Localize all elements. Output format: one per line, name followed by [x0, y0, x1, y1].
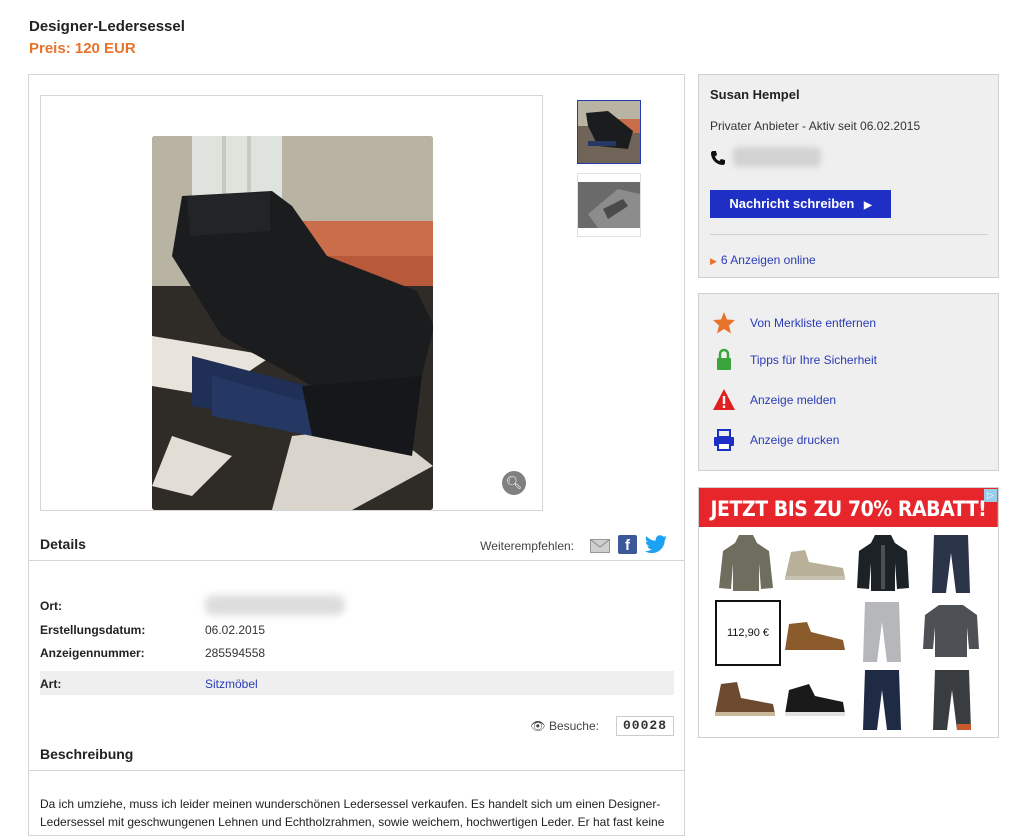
adchoices-icon[interactable]: ▷ [984, 489, 997, 502]
phone-icon [710, 150, 726, 171]
image-gallery: 🔍︎ [40, 95, 543, 511]
detail-key: Anzeigennummer: [40, 646, 145, 660]
seller-panel: Susan Hempel Privater Anbieter - Aktiv s… [698, 74, 999, 278]
seller-ads-link[interactable]: ▶ 6 Anzeigen online [710, 253, 816, 267]
seller-since: Privater Anbieter - Aktiv seit 06.02.201… [710, 119, 921, 133]
detail-row-art: Art: Sitzmöbel [40, 671, 674, 695]
thumbnail-1[interactable] [577, 100, 641, 164]
action-label: Von Merkliste entfernen [750, 316, 877, 330]
detail-key: Erstellungsdatum: [40, 623, 146, 637]
eye-icon: 👁︎ [530, 719, 546, 733]
seller-name: Susan Hempel [710, 87, 800, 102]
phone-number-redacted[interactable] [733, 147, 821, 167]
product-moccasin[interactable] [783, 618, 847, 654]
zoom-icon[interactable]: 🔍︎ [502, 471, 526, 495]
product-chukka-boot[interactable] [713, 680, 777, 720]
send-message-label: Nachricht schreiben [729, 196, 855, 211]
price-tag: 112,90 € [715, 600, 781, 666]
listing-price: Preis: 120 EUR [29, 40, 136, 57]
send-message-button[interactable]: Nachricht schreiben ▶ [710, 190, 891, 218]
printer-icon [712, 428, 736, 452]
detail-key: Ort: [40, 599, 62, 613]
star-icon [712, 311, 736, 335]
ad-banner[interactable]: JETZT BIS ZU 70% RABATT! ▷ 112,90 € [698, 487, 999, 738]
twitter-icon[interactable] [644, 535, 668, 558]
product-sweater[interactable] [921, 603, 981, 659]
actions-panel: Von Merkliste entfernen Tipps für Ihre S… [698, 293, 999, 471]
visits-count: 00028 [616, 716, 674, 736]
detail-key: Art: [40, 677, 62, 691]
action-label: Tipps für Ihre Sicherheit [750, 353, 877, 367]
product-jacket-black[interactable] [855, 533, 911, 593]
product-sneaker[interactable] [783, 680, 847, 720]
facebook-icon[interactable]: f [618, 535, 637, 554]
ad-headline: JETZT BIS ZU 70% RABATT! [699, 488, 998, 527]
main-photo[interactable] [152, 136, 433, 510]
product-jeans-grey[interactable] [857, 600, 907, 664]
location-redacted [205, 595, 345, 615]
divider [710, 234, 988, 235]
warning-icon [712, 388, 736, 412]
seller-ads-label: 6 Anzeigen online [720, 253, 816, 267]
share-label: Weiterempfehlen: [480, 539, 574, 553]
category-link[interactable]: Sitzmöbel [205, 677, 258, 691]
action-label: Anzeige drucken [750, 433, 840, 447]
play-arrow-icon: ▶ [863, 200, 872, 211]
description-header: Beschreibung [29, 736, 684, 771]
product-jeans-black[interactable] [927, 668, 977, 732]
listing-main-panel: 🔍︎ Details Weiterempfehlen: f Ort: Erste… [28, 74, 685, 836]
product-desert-boot[interactable] [783, 548, 847, 582]
visits-label: 👁︎ Besuche: [530, 719, 599, 733]
product-jacket-grey[interactable] [717, 533, 775, 593]
lock-icon [712, 348, 736, 372]
detail-value: 06.02.2015 [205, 623, 266, 637]
details-heading: Details [40, 536, 86, 552]
triangle-bullet-icon: ▶ [710, 256, 717, 266]
listing-title: Designer-Ledersessel [29, 18, 185, 35]
detail-value: 285594558 [205, 646, 266, 660]
visits-label-text: Besuche: [548, 719, 599, 733]
product-jeans-dark[interactable] [926, 533, 976, 595]
mail-icon[interactable] [590, 539, 610, 556]
action-label: Anzeige melden [750, 393, 837, 407]
thumbnail-2[interactable] [577, 173, 641, 237]
description-text: Da ich umziehe, muss ich leider meinen w… [40, 797, 665, 829]
description-heading: Beschreibung [40, 746, 134, 762]
details-header: Details Weiterempfehlen: f [29, 526, 684, 561]
product-jeans-navy[interactable] [857, 668, 907, 732]
